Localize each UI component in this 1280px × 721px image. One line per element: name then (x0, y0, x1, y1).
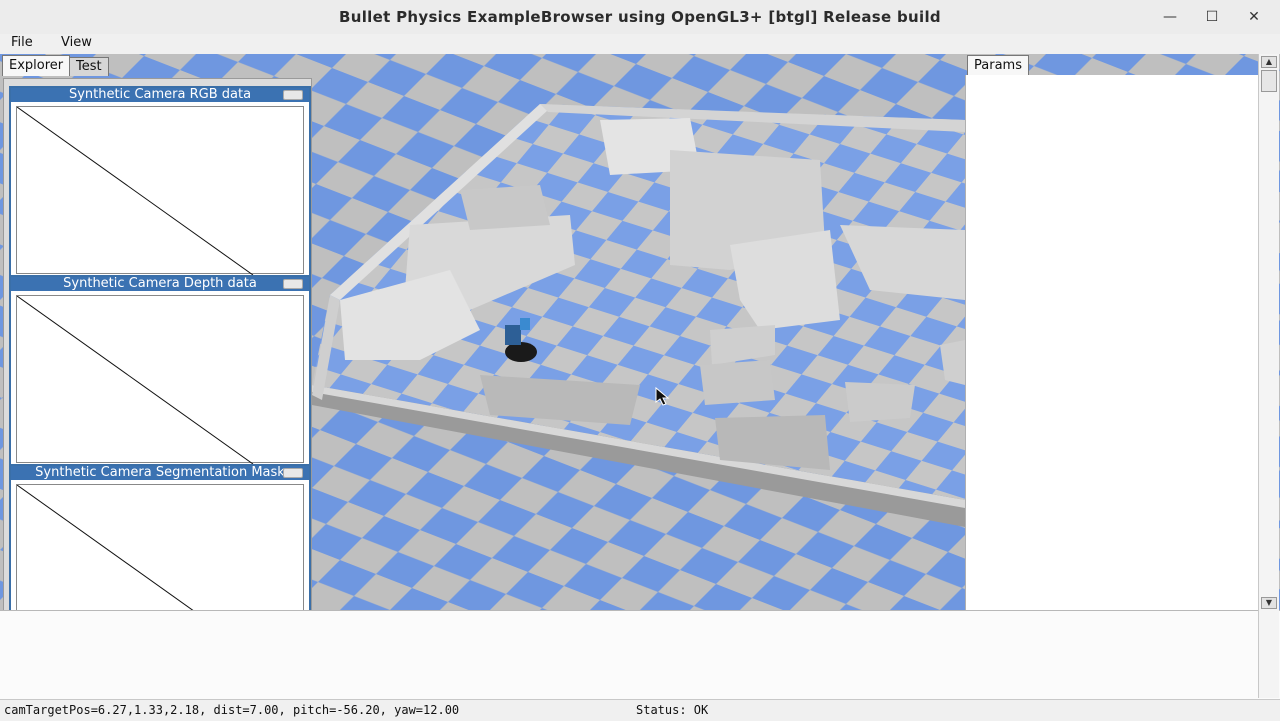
minimize-button[interactable]: — (1157, 5, 1183, 29)
obstacle-3 (700, 360, 775, 405)
menu-view[interactable]: View (61, 35, 92, 50)
camera-status-text: camTargetPos=6.27,1.33,2.18, dist=7.00, … (4, 703, 460, 717)
menubar: File View (0, 34, 1280, 54)
robot-arm (520, 318, 530, 330)
camera-window-title-text: Synthetic Camera Depth data (63, 276, 257, 291)
tab-explorer[interactable]: Explorer (2, 55, 71, 76)
room-block-3 (460, 185, 550, 230)
status-bar: camTargetPos=6.27,1.33,2.18, dist=7.00, … (0, 699, 1280, 721)
console-scrollbar[interactable] (1258, 610, 1279, 698)
scroll-up-icon[interactable]: ▲ (1261, 56, 1277, 68)
camera-window-rgb[interactable]: Synthetic Camera RGB data (9, 86, 311, 280)
window-title: Bullet Physics ExampleBrowser using Open… (339, 8, 941, 26)
camera-window-depth[interactable]: Synthetic Camera Depth data (9, 275, 311, 469)
minimize-icon[interactable] (283, 468, 303, 478)
close-button[interactable]: ✕ (1241, 5, 1267, 29)
camera-window-title: Synthetic Camera Depth data (11, 277, 309, 291)
window-titlebar: Bullet Physics ExampleBrowser using Open… (0, 0, 1280, 35)
obstacle-5 (845, 382, 915, 422)
camera-window-title: Synthetic Camera Segmentation Mask (11, 466, 309, 480)
camera-window-title: Synthetic Camera RGB data (11, 88, 309, 102)
robot-body (505, 325, 521, 345)
maximize-button[interactable]: ☐ (1199, 5, 1225, 29)
camera-image-depth (16, 295, 304, 464)
scroll-thumb[interactable] (1261, 70, 1277, 92)
camera-window-title-text: Synthetic Camera Segmentation Mask (35, 465, 285, 480)
console-panel (0, 610, 1280, 699)
camera-window-title-text: Synthetic Camera RGB data (68, 87, 252, 102)
empty-image-placeholder (17, 296, 254, 464)
scroll-down-icon[interactable]: ▼ (1261, 597, 1277, 609)
status-text: Status: OK (636, 703, 709, 717)
menu-file[interactable]: File (11, 35, 33, 50)
vertical-scrollbar[interactable]: ▲ ▼ (1258, 54, 1279, 610)
tab-test[interactable]: Test (69, 57, 109, 76)
empty-image-placeholder (17, 107, 254, 275)
tab-params[interactable]: Params (967, 55, 1029, 76)
params-panel (965, 75, 1258, 610)
camera-image-rgb (16, 106, 304, 275)
minimize-icon[interactable] (283, 279, 303, 289)
minimize-icon[interactable] (283, 90, 303, 100)
